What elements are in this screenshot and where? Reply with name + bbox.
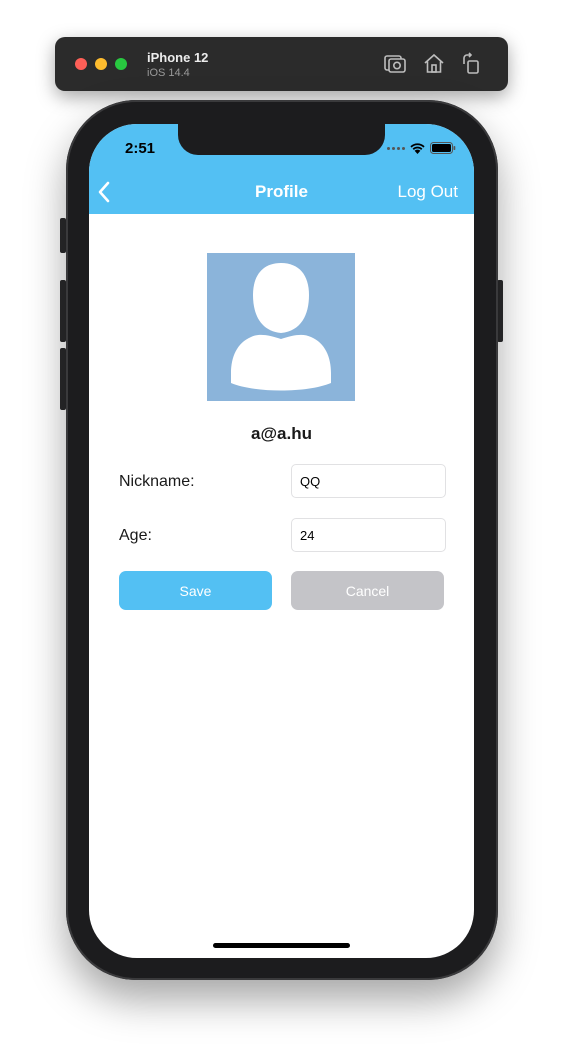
simulator-toolbar: iPhone 12 iOS 14.4	[55, 37, 508, 91]
simulator-window: iPhone 12 iOS 14.4 2:51 Profile Log Out …	[0, 0, 563, 1055]
cellular-dots-icon	[387, 146, 405, 150]
avatar[interactable]	[207, 253, 355, 401]
screenshot-icon[interactable]	[383, 52, 407, 76]
status-icons	[387, 142, 456, 154]
rotate-icon[interactable]	[459, 52, 483, 76]
save-button[interactable]: Save	[119, 571, 272, 610]
wifi-icon	[409, 142, 426, 154]
battery-icon	[430, 142, 456, 154]
home-indicator[interactable]	[213, 943, 350, 948]
nickname-label: Nickname:	[119, 473, 195, 490]
person-silhouette-icon	[231, 263, 331, 391]
age-label: Age:	[119, 527, 152, 544]
home-icon[interactable]	[422, 52, 446, 76]
status-time: 2:51	[125, 140, 156, 157]
phone-screen: 2:51 Profile Log Out a@a.hu Nickname: QQ…	[89, 124, 474, 958]
user-email: a@a.hu	[251, 424, 312, 443]
close-window-button[interactable]	[75, 58, 87, 70]
logout-button[interactable]: Log Out	[398, 182, 459, 202]
notch	[178, 124, 385, 155]
nickname-input[interactable]	[291, 464, 446, 498]
age-input[interactable]	[291, 518, 446, 552]
chevron-left-icon[interactable]	[97, 181, 111, 203]
minimize-window-button[interactable]	[95, 58, 107, 70]
zoom-window-button[interactable]	[115, 58, 127, 70]
device-os-version: iOS 14.4	[147, 67, 190, 79]
cancel-button[interactable]: Cancel	[291, 571, 444, 610]
device-name: iPhone 12	[147, 50, 209, 65]
